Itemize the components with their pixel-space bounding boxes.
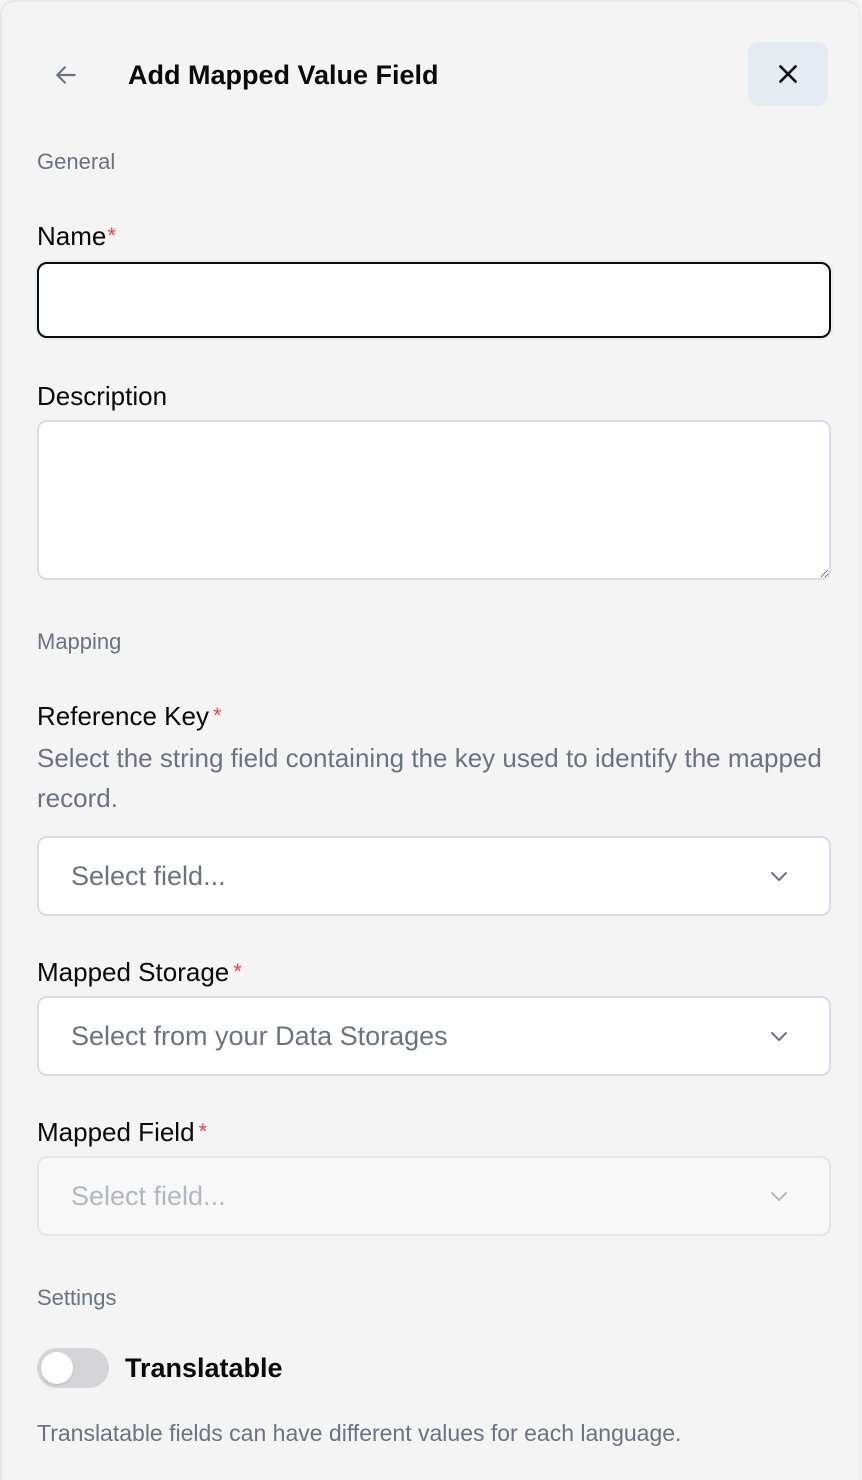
section-label-general: General (37, 149, 116, 174)
add-mapped-value-field-panel: Add Mapped Value Field General Name* Des… (0, 0, 860, 1480)
section-label-settings: Settings (37, 1285, 117, 1310)
translatable-toggle[interactable] (37, 1348, 109, 1388)
name-label: Name* (37, 220, 116, 252)
chevron-down-icon (767, 864, 791, 888)
reference-key-label-text: Reference Key (37, 701, 209, 731)
description-textarea[interactable] (37, 420, 831, 580)
reference-key-label: Reference Key * (37, 700, 222, 732)
name-label-text: Name (37, 221, 107, 251)
mapped-field-select: Select field... (37, 1156, 831, 1236)
section-label-mapping: Mapping (37, 629, 122, 654)
required-mark: * (233, 959, 242, 984)
mapped-field-label: Mapped Field * (37, 1116, 207, 1148)
reference-key-select[interactable]: Select field... (37, 836, 831, 916)
close-icon (779, 65, 797, 83)
required-mark: * (212, 703, 222, 728)
mapped-storage-select[interactable]: Select from your Data Storages (37, 996, 831, 1076)
mapped-storage-label-text: Mapped Storage (37, 957, 230, 987)
arrow-left-icon (56, 66, 76, 84)
translatable-label: Translatable (125, 1353, 283, 1383)
mapped-field-label-text: Mapped Field (37, 1117, 195, 1147)
mapped-storage-placeholder: Select from your Data Storages (71, 1020, 448, 1051)
chevron-down-icon (767, 1184, 791, 1208)
required-mark: * (107, 223, 116, 248)
mapped-storage-label: Mapped Storage * (37, 956, 242, 988)
close-button[interactable] (748, 42, 828, 106)
mapped-field-placeholder: Select field... (71, 1180, 226, 1211)
toggle-knob (41, 1352, 73, 1384)
required-mark: * (198, 1119, 208, 1144)
name-input[interactable] (37, 262, 831, 338)
reference-key-help: Select the string field containing the k… (37, 743, 822, 813)
chevron-down-icon (767, 1024, 791, 1048)
page-title: Add Mapped Value Field (128, 60, 439, 90)
back-button[interactable] (46, 57, 86, 93)
translatable-help: Translatable fields can have different v… (37, 1420, 682, 1446)
description-label: Description (37, 381, 168, 411)
reference-key-placeholder: Select field... (71, 860, 226, 891)
panel-header: Add Mapped Value Field (2, 42, 859, 108)
